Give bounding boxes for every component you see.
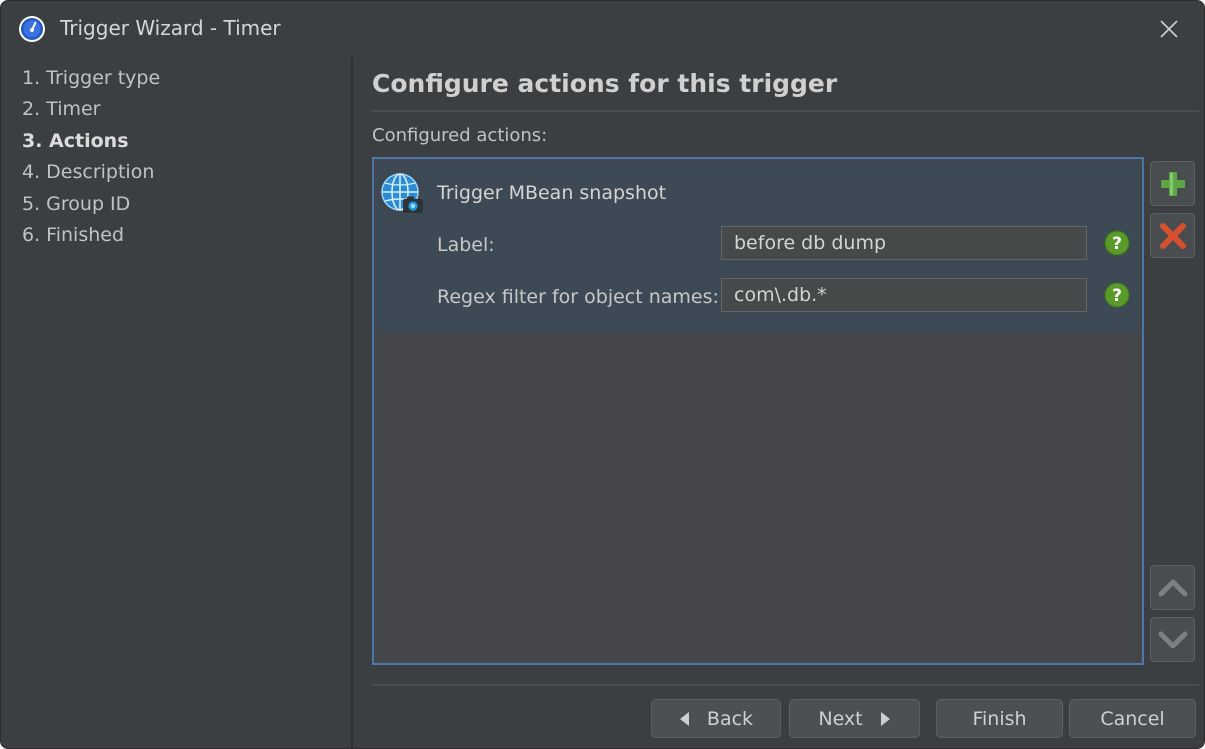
svg-text:?: ?	[1112, 234, 1122, 254]
remove-action-button[interactable]	[1150, 213, 1195, 258]
action-item[interactable]: Trigger MBean snapshot Label: ? Regex fi…	[376, 161, 1140, 333]
app-gauge-icon	[19, 16, 45, 42]
page-heading: Configure actions for this trigger	[372, 69, 838, 98]
action-name: Trigger MBean snapshot	[437, 182, 667, 204]
heading-divider	[372, 110, 1199, 112]
move-up-button[interactable]	[1150, 565, 1195, 610]
step-trigger-type: 1. Trigger type	[22, 67, 161, 89]
chevron-up-icon	[1158, 579, 1187, 596]
add-action-button[interactable]	[1150, 161, 1195, 206]
label-input[interactable]	[721, 226, 1087, 260]
move-down-button[interactable]	[1150, 617, 1195, 662]
back-button[interactable]: Back	[651, 699, 781, 738]
back-button-label: Back	[706, 707, 754, 730]
window-title: Trigger Wizard - Timer	[60, 16, 281, 40]
step-timer: 2. Timer	[22, 98, 101, 120]
svg-text:?: ?	[1112, 286, 1122, 306]
footer-divider	[372, 684, 1199, 686]
close-icon	[1160, 20, 1178, 38]
cancel-button-label: Cancel	[1100, 707, 1165, 730]
label-field-label: Label:	[437, 234, 495, 256]
globe-camera-icon	[381, 173, 423, 213]
x-icon	[1159, 222, 1186, 249]
step-finished: 6. Finished	[22, 224, 125, 246]
help-icon[interactable]: ?	[1104, 282, 1130, 308]
actions-list[interactable]: Trigger MBean snapshot Label: ? Regex fi…	[372, 157, 1144, 665]
close-button[interactable]	[1149, 11, 1189, 47]
configured-actions-label: Configured actions:	[372, 125, 548, 146]
trigger-wizard-window: Trigger Wizard - Timer 1. Trigger type 2…	[0, 0, 1205, 749]
step-actions: 3. Actions	[22, 130, 129, 152]
step-group-id: 5. Group ID	[22, 193, 131, 215]
arrow-left-icon	[679, 711, 689, 726]
next-button[interactable]: Next	[789, 699, 920, 738]
regex-filter-label: Regex filter for object names:	[437, 286, 719, 308]
sidebar-divider	[351, 57, 353, 748]
help-icon[interactable]: ?	[1104, 230, 1130, 256]
arrow-right-icon	[880, 711, 890, 726]
regex-filter-input[interactable]	[721, 278, 1087, 312]
finish-button-label: Finish	[972, 707, 1027, 730]
chevron-down-icon	[1158, 631, 1187, 648]
cancel-button[interactable]: Cancel	[1069, 699, 1196, 738]
next-button-label: Next	[818, 707, 863, 730]
plus-icon	[1160, 171, 1185, 196]
title-bar[interactable]: Trigger Wizard - Timer	[1, 1, 1204, 57]
finish-button[interactable]: Finish	[936, 699, 1063, 738]
step-description: 4. Description	[22, 161, 155, 183]
